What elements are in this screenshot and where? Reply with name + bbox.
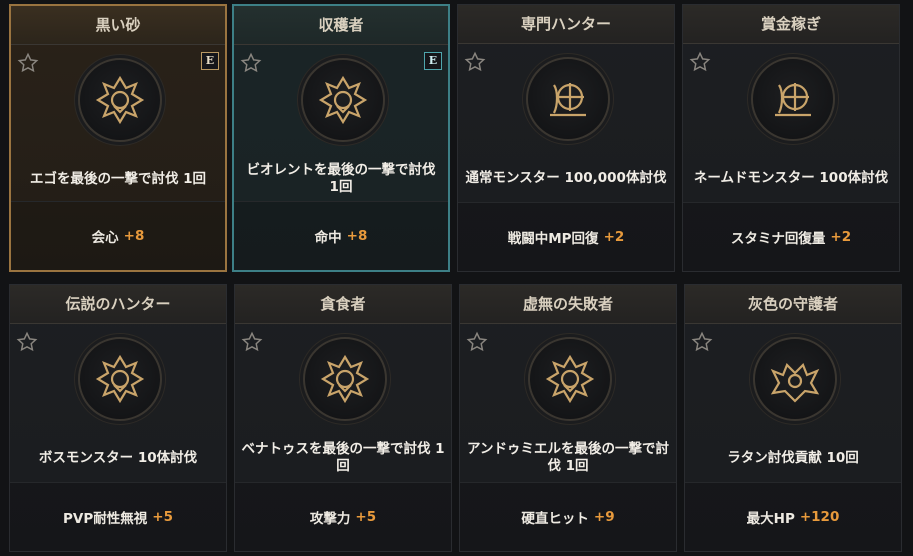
stat-value: +2 xyxy=(603,229,625,245)
card-title: 収穫者 xyxy=(234,6,448,45)
reward-bar: 最大HP +120 xyxy=(685,482,901,551)
stat-label: 最大HP xyxy=(746,511,795,527)
stat-value: +8 xyxy=(123,228,145,244)
stat-value: +120 xyxy=(799,509,840,525)
stat-label: 戦闘中MP回復 xyxy=(507,231,599,247)
stat-value: +9 xyxy=(593,509,615,525)
star-icon[interactable] xyxy=(16,331,38,353)
reward-bar: 攻撃力 +5 xyxy=(235,482,451,551)
title-card-senmon-hunter[interactable]: 専門ハンター 通常モンスター 100,000体討伐 戦闘中MP回復 +2 xyxy=(457,4,675,272)
stat-value: +5 xyxy=(355,509,377,525)
unlock-condition: 通常モンスター 100,000体討伐 xyxy=(465,169,667,186)
star-icon[interactable] xyxy=(689,51,711,73)
star-icon[interactable] xyxy=(241,331,263,353)
reward-bar: 命中 +8 xyxy=(234,201,448,270)
stat-value: +8 xyxy=(346,228,368,244)
stat-label: 命中 xyxy=(314,230,342,246)
equipped-badge: E xyxy=(201,52,219,70)
emblem-icon xyxy=(751,57,835,141)
emblem-icon xyxy=(753,337,837,421)
unlock-condition: ボスモンスター 10体討伐 xyxy=(38,449,198,466)
unlock-condition: ネームドモンスター 100体討伐 xyxy=(693,169,889,186)
star-icon[interactable] xyxy=(466,331,488,353)
title-card-kyomu-no-shippaisha[interactable]: 虚無の失敗者 アンドゥミエルを最後の一撃で討伐 1回 硬直ヒット +9 xyxy=(459,284,677,552)
card-title: 専門ハンター xyxy=(458,5,674,44)
unlock-condition: ベナトゥスを最後の一撃で討伐 1回 xyxy=(241,441,445,474)
stat-label: PVP耐性無視 xyxy=(63,511,148,527)
stat-label: 硬直ヒット xyxy=(521,511,589,527)
reward-bar: スタミナ回復量 +2 xyxy=(683,202,899,271)
title-card-densetsu-hunter[interactable]: 伝説のハンター ボスモンスター 10体討伐 PVP耐性無視 +5 xyxy=(9,284,227,552)
title-card-donshokusha[interactable]: 貪食者 ベナトゥスを最後の一撃で討伐 1回 攻撃力 +5 xyxy=(234,284,452,552)
unlock-condition: ビオレントを最後の一撃で討伐 1回 xyxy=(246,162,436,195)
reward-bar: PVP耐性無視 +5 xyxy=(10,482,226,551)
star-icon[interactable] xyxy=(691,331,713,353)
emblem-icon xyxy=(526,57,610,141)
unlock-condition: エゴを最後の一撃で討伐 1回 xyxy=(29,170,207,187)
star-icon[interactable] xyxy=(17,52,39,74)
stat-label: 会心 xyxy=(91,230,119,246)
title-card-shuukakusha[interactable]: 収穫者 E ビオレントを最後の一撃で討伐 1回 命中 +8 xyxy=(232,4,450,272)
unlock-condition: アンドゥミエルを最後の一撃で討伐 1回 xyxy=(467,441,669,474)
emblem-icon xyxy=(78,337,162,421)
card-title: 伝説のハンター xyxy=(10,285,226,324)
stat-label: スタミナ回復量 xyxy=(730,231,826,247)
stat-label: 攻撃力 xyxy=(309,511,351,527)
title-card-kuroi-suna[interactable]: 黒い砂 E エゴを最後の一撃で討伐 1回 会心 +8 xyxy=(9,4,227,272)
star-icon[interactable] xyxy=(464,51,486,73)
emblem-icon xyxy=(303,337,387,421)
card-title: 灰色の守護者 xyxy=(685,285,901,324)
card-title: 虚無の失敗者 xyxy=(460,285,676,324)
title-card-grid: 黒い砂 E エゴを最後の一撃で討伐 1回 会心 +8 収穫者 E ビオレントを最… xyxy=(0,0,913,556)
reward-bar: 硬直ヒット +9 xyxy=(460,482,676,551)
title-card-haiiro-no-shugosha[interactable]: 灰色の守護者 ラタン討伐貢献 10回 最大HP +120 xyxy=(684,284,902,552)
equipped-badge: E xyxy=(424,52,442,70)
card-title: 賞金稼ぎ xyxy=(683,5,899,44)
emblem-icon xyxy=(528,337,612,421)
card-title: 貪食者 xyxy=(235,285,451,324)
star-icon[interactable] xyxy=(240,52,262,74)
emblem-icon xyxy=(78,58,162,142)
reward-bar: 会心 +8 xyxy=(11,201,225,270)
emblem-icon xyxy=(301,58,385,142)
reward-bar: 戦闘中MP回復 +2 xyxy=(458,202,674,271)
stat-value: +5 xyxy=(152,509,173,525)
title-card-shoukin-kasegi[interactable]: 賞金稼ぎ ネームドモンスター 100体討伐 スタミナ回復量 +2 xyxy=(682,4,900,272)
stat-value: +2 xyxy=(830,229,852,245)
unlock-condition: ラタン討伐貢献 10回 xyxy=(727,449,859,466)
card-title: 黒い砂 xyxy=(11,6,225,45)
